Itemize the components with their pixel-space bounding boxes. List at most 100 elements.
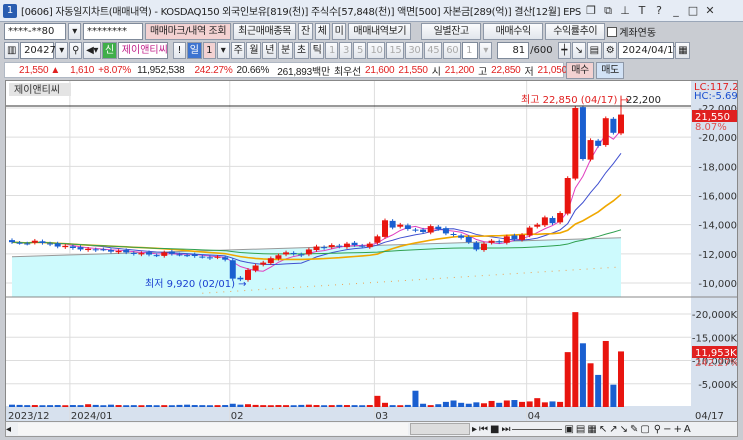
- account-link-checkbox[interactable]: [607, 26, 618, 37]
- volume-bar: [138, 405, 145, 407]
- candle-body: [404, 225, 411, 230]
- forward-icon[interactable]: ⏭: [501, 424, 510, 435]
- candle-body: [260, 262, 267, 265]
- volume-bar: [473, 402, 480, 407]
- period-dropdown-icon[interactable]: ▾: [216, 42, 230, 59]
- zoom-in-icon[interactable]: +: [674, 424, 682, 435]
- account-input[interactable]: ****-**80: [4, 23, 66, 40]
- stop-icon[interactable]: ■: [490, 424, 499, 435]
- balance-button[interactable]: 잔: [297, 23, 313, 40]
- return-trend-button[interactable]: 수익률추이: [545, 23, 606, 40]
- candle-body: [397, 224, 404, 227]
- calendar-icon[interactable]: ▦: [675, 42, 691, 59]
- trend-icon[interactable]: ↘: [571, 42, 586, 59]
- text-icon[interactable]: T: [635, 4, 649, 17]
- scroll-thumb[interactable]: [410, 423, 470, 435]
- toolbar-stock: ▥ 204270 ▾ ⚲ ◀▾ 신 제이앤티씨 ! 일 1 ▾ 주 월 년 분 …: [4, 42, 691, 59]
- volume-bar: [191, 405, 198, 407]
- rewind-icon[interactable]: ⏮: [479, 424, 488, 435]
- account-dropdown-icon[interactable]: ▾: [68, 23, 81, 40]
- speaker-icon[interactable]: ◀▾: [83, 42, 101, 59]
- period-second-button[interactable]: 초: [293, 42, 309, 59]
- interval-3[interactable]: 3: [339, 42, 353, 59]
- search-icon[interactable]: ⚲: [69, 42, 83, 59]
- period-day-button[interactable]: 일: [186, 42, 202, 59]
- password-input[interactable]: ********: [83, 23, 143, 40]
- interval-30[interactable]: 30: [405, 42, 424, 59]
- gear-icon[interactable]: ⚙: [602, 42, 618, 59]
- ask-price: 21,600: [364, 64, 395, 76]
- panel-icon[interactable]: ▥: [4, 42, 20, 59]
- daily-balance-button[interactable]: 일별잔고: [421, 23, 482, 40]
- stock-name[interactable]: 제이앤티씨: [117, 42, 168, 59]
- candle-body: [343, 243, 350, 248]
- unfilled-button[interactable]: 미: [331, 23, 347, 40]
- horizontal-scrollbar[interactable]: [18, 423, 408, 435]
- period-week-button[interactable]: 주: [230, 42, 246, 59]
- volume-bar: [237, 404, 244, 407]
- interval-45[interactable]: 45: [424, 42, 443, 59]
- volume-bar: [458, 402, 465, 407]
- period-minute-button[interactable]: 분: [278, 42, 293, 59]
- sell-button[interactable]: 매도: [596, 62, 624, 79]
- period-tick-button[interactable]: 틱: [309, 42, 325, 59]
- maximize-icon[interactable]: □: [686, 4, 700, 17]
- interval-60[interactable]: 60: [443, 42, 462, 59]
- candle-body: [374, 236, 381, 243]
- interval-dropdown-icon[interactable]: ▾: [479, 42, 493, 59]
- count-input[interactable]: 81: [497, 42, 530, 59]
- candle-body: [16, 242, 23, 244]
- trade-profit-button[interactable]: 매매수익: [483, 23, 544, 40]
- scroll-right-icon[interactable]: ▸: [472, 424, 477, 435]
- volume-bar: [404, 404, 411, 407]
- stock-code-input[interactable]: 204270: [20, 42, 62, 59]
- recent-trades-button[interactable]: 최근매매종목: [233, 23, 296, 40]
- candle-body: [161, 252, 168, 256]
- interval-select[interactable]: 1: [462, 42, 479, 59]
- volume-bar: [16, 404, 23, 407]
- filled-button[interactable]: 체: [314, 23, 330, 40]
- zoom-icon[interactable]: ⚲: [654, 424, 661, 435]
- save-icon[interactable]: ▤: [586, 42, 602, 59]
- candle-body: [465, 236, 472, 243]
- close-icon[interactable]: ✕: [703, 4, 717, 17]
- volume-bar: [199, 405, 206, 407]
- volume-bar: [260, 405, 267, 407]
- scroll-left-icon[interactable]: ◂: [6, 424, 16, 435]
- auto-icon[interactable]: A: [684, 424, 691, 435]
- trade-mark-query-button[interactable]: 매매마크/내역 조회: [145, 23, 232, 40]
- copy-icon[interactable]: ⧉: [601, 4, 615, 18]
- date-input[interactable]: 2024/04/17: [618, 42, 680, 59]
- volume-bar: [427, 405, 434, 407]
- bid-price: 21,550: [398, 64, 428, 76]
- candle-body: [435, 226, 442, 230]
- volume-bar: [587, 363, 594, 407]
- stock-chart[interactable]: -22,000-20,000-18,000-16,000-14,000-12,0…: [5, 80, 738, 424]
- candle-body: [153, 255, 160, 257]
- volume-tick-label: -15,000K: [692, 333, 738, 344]
- volume-bar: [412, 390, 419, 407]
- code-dropdown-icon[interactable]: ▾: [55, 42, 69, 59]
- interval-10[interactable]: 10: [367, 42, 386, 59]
- alert-icon[interactable]: !: [172, 42, 186, 59]
- speed-slider[interactable]: [512, 428, 563, 430]
- interval-1[interactable]: 1: [325, 42, 339, 59]
- zoom-out-icon[interactable]: −: [663, 424, 671, 435]
- volume-bar: [557, 401, 564, 407]
- view-trades-button[interactable]: 매매내역보기: [348, 23, 412, 40]
- pin-icon[interactable]: ⊥: [618, 4, 632, 17]
- candle-icon[interactable]: ┿: [557, 42, 571, 59]
- help-icon[interactable]: ?: [652, 4, 666, 17]
- period-month-button[interactable]: 월: [246, 42, 262, 59]
- volume-bar: [465, 403, 472, 407]
- interval-15[interactable]: 15: [386, 42, 405, 59]
- period-year-button[interactable]: 년: [262, 42, 278, 59]
- candle-body: [130, 252, 137, 254]
- restore-icon[interactable]: ❐: [584, 4, 598, 17]
- period-n[interactable]: 1: [202, 42, 216, 59]
- interval-5[interactable]: 5: [353, 42, 367, 59]
- tool-icons[interactable]: ▣▤▦↖↗↘✎▢: [564, 424, 651, 435]
- volume-bar: [9, 404, 15, 407]
- minimize-icon[interactable]: _: [669, 4, 683, 17]
- buy-button[interactable]: 매수: [566, 62, 594, 79]
